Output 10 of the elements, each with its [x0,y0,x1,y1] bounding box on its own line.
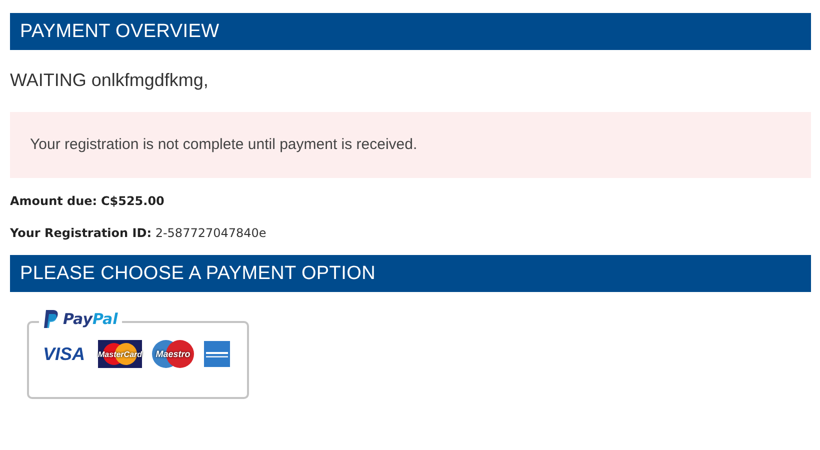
status-heading: WAITING onlkfmgdfkmg, [10,70,210,92]
detail-label: Your Registration ID: [10,226,152,240]
section-header: PLEASE CHOOSE A PAYMENT OPTION [10,255,811,292]
amex-card-icon [204,341,230,367]
detail-label: Amount due: [10,194,98,208]
detail-value: 2-587727047840e [155,226,266,240]
section-header: PAYMENT OVERVIEW [10,13,811,50]
alert-message: Your registration is not complete until payment is received. [10,112,811,178]
paypal-p-icon [43,309,59,329]
detail-value: C$525.00 [100,194,164,208]
